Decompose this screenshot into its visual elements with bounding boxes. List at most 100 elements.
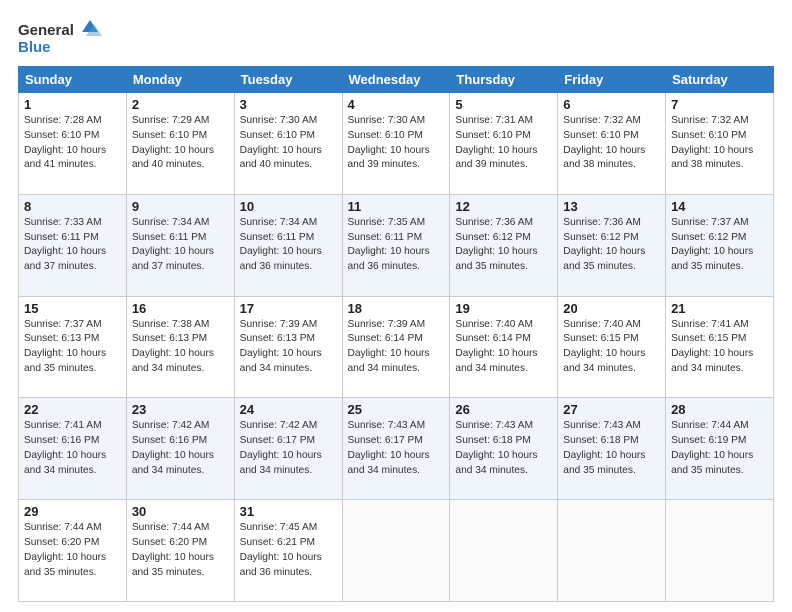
weekday-header-thursday: Thursday bbox=[450, 67, 558, 93]
day-info: Sunrise: 7:41 AMSunset: 6:15 PMDaylight:… bbox=[671, 319, 753, 374]
day-info: Sunrise: 7:43 AMSunset: 6:18 PMDaylight:… bbox=[563, 420, 645, 475]
day-info: Sunrise: 7:43 AMSunset: 6:17 PMDaylight:… bbox=[348, 420, 430, 475]
calendar-cell: 15 Sunrise: 7:37 AMSunset: 6:13 PMDaylig… bbox=[19, 296, 127, 398]
day-number: 6 bbox=[563, 97, 660, 112]
day-number: 8 bbox=[24, 199, 121, 214]
calendar-week-5: 29 Sunrise: 7:44 AMSunset: 6:20 PMDaylig… bbox=[19, 500, 774, 602]
day-number: 11 bbox=[348, 199, 445, 214]
page: General Blue SundayMondayTuesdayWednesda… bbox=[0, 0, 792, 612]
header: General Blue bbox=[18, 18, 774, 56]
weekday-header-friday: Friday bbox=[558, 67, 666, 93]
weekday-header-saturday: Saturday bbox=[666, 67, 774, 93]
day-info: Sunrise: 7:37 AMSunset: 6:12 PMDaylight:… bbox=[671, 217, 753, 272]
calendar-cell: 28 Sunrise: 7:44 AMSunset: 6:19 PMDaylig… bbox=[666, 398, 774, 500]
day-number: 5 bbox=[455, 97, 552, 112]
day-number: 2 bbox=[132, 97, 229, 112]
day-number: 26 bbox=[455, 402, 552, 417]
calendar-cell: 26 Sunrise: 7:43 AMSunset: 6:18 PMDaylig… bbox=[450, 398, 558, 500]
weekday-header-wednesday: Wednesday bbox=[342, 67, 450, 93]
day-info: Sunrise: 7:32 AMSunset: 6:10 PMDaylight:… bbox=[563, 115, 645, 170]
day-number: 12 bbox=[455, 199, 552, 214]
calendar-cell: 21 Sunrise: 7:41 AMSunset: 6:15 PMDaylig… bbox=[666, 296, 774, 398]
calendar-cell: 29 Sunrise: 7:44 AMSunset: 6:20 PMDaylig… bbox=[19, 500, 127, 602]
calendar-week-1: 1 Sunrise: 7:28 AMSunset: 6:10 PMDayligh… bbox=[19, 93, 774, 195]
weekday-header-tuesday: Tuesday bbox=[234, 67, 342, 93]
weekday-header-row: SundayMondayTuesdayWednesdayThursdayFrid… bbox=[19, 67, 774, 93]
calendar-cell: 19 Sunrise: 7:40 AMSunset: 6:14 PMDaylig… bbox=[450, 296, 558, 398]
calendar-cell: 14 Sunrise: 7:37 AMSunset: 6:12 PMDaylig… bbox=[666, 194, 774, 296]
day-info: Sunrise: 7:44 AMSunset: 6:20 PMDaylight:… bbox=[24, 522, 106, 577]
day-number: 9 bbox=[132, 199, 229, 214]
calendar-cell: 3 Sunrise: 7:30 AMSunset: 6:10 PMDayligh… bbox=[234, 93, 342, 195]
day-number: 1 bbox=[24, 97, 121, 112]
day-number: 31 bbox=[240, 504, 337, 519]
day-number: 29 bbox=[24, 504, 121, 519]
calendar-body: 1 Sunrise: 7:28 AMSunset: 6:10 PMDayligh… bbox=[19, 93, 774, 602]
day-info: Sunrise: 7:41 AMSunset: 6:16 PMDaylight:… bbox=[24, 420, 106, 475]
day-info: Sunrise: 7:35 AMSunset: 6:11 PMDaylight:… bbox=[348, 217, 430, 272]
day-number: 3 bbox=[240, 97, 337, 112]
day-number: 25 bbox=[348, 402, 445, 417]
calendar-cell: 9 Sunrise: 7:34 AMSunset: 6:11 PMDayligh… bbox=[126, 194, 234, 296]
day-info: Sunrise: 7:45 AMSunset: 6:21 PMDaylight:… bbox=[240, 522, 322, 577]
day-number: 27 bbox=[563, 402, 660, 417]
calendar-cell: 4 Sunrise: 7:30 AMSunset: 6:10 PMDayligh… bbox=[342, 93, 450, 195]
day-number: 19 bbox=[455, 301, 552, 316]
calendar-cell: 12 Sunrise: 7:36 AMSunset: 6:12 PMDaylig… bbox=[450, 194, 558, 296]
day-info: Sunrise: 7:34 AMSunset: 6:11 PMDaylight:… bbox=[132, 217, 214, 272]
day-info: Sunrise: 7:40 AMSunset: 6:14 PMDaylight:… bbox=[455, 319, 537, 374]
day-info: Sunrise: 7:33 AMSunset: 6:11 PMDaylight:… bbox=[24, 217, 106, 272]
calendar-week-2: 8 Sunrise: 7:33 AMSunset: 6:11 PMDayligh… bbox=[19, 194, 774, 296]
day-number: 14 bbox=[671, 199, 768, 214]
day-info: Sunrise: 7:28 AMSunset: 6:10 PMDaylight:… bbox=[24, 115, 106, 170]
day-number: 20 bbox=[563, 301, 660, 316]
calendar-cell: 17 Sunrise: 7:39 AMSunset: 6:13 PMDaylig… bbox=[234, 296, 342, 398]
day-info: Sunrise: 7:36 AMSunset: 6:12 PMDaylight:… bbox=[455, 217, 537, 272]
day-number: 17 bbox=[240, 301, 337, 316]
weekday-header-sunday: Sunday bbox=[19, 67, 127, 93]
day-number: 30 bbox=[132, 504, 229, 519]
day-number: 18 bbox=[348, 301, 445, 316]
calendar-cell: 22 Sunrise: 7:41 AMSunset: 6:16 PMDaylig… bbox=[19, 398, 127, 500]
day-info: Sunrise: 7:31 AMSunset: 6:10 PMDaylight:… bbox=[455, 115, 537, 170]
day-number: 21 bbox=[671, 301, 768, 316]
calendar-cell bbox=[558, 500, 666, 602]
calendar-cell: 6 Sunrise: 7:32 AMSunset: 6:10 PMDayligh… bbox=[558, 93, 666, 195]
day-number: 28 bbox=[671, 402, 768, 417]
calendar-week-4: 22 Sunrise: 7:41 AMSunset: 6:16 PMDaylig… bbox=[19, 398, 774, 500]
day-number: 13 bbox=[563, 199, 660, 214]
svg-text:General: General bbox=[18, 22, 74, 39]
calendar-cell: 11 Sunrise: 7:35 AMSunset: 6:11 PMDaylig… bbox=[342, 194, 450, 296]
calendar-cell: 8 Sunrise: 7:33 AMSunset: 6:11 PMDayligh… bbox=[19, 194, 127, 296]
calendar-cell: 5 Sunrise: 7:31 AMSunset: 6:10 PMDayligh… bbox=[450, 93, 558, 195]
day-number: 7 bbox=[671, 97, 768, 112]
day-number: 24 bbox=[240, 402, 337, 417]
calendar-cell: 16 Sunrise: 7:38 AMSunset: 6:13 PMDaylig… bbox=[126, 296, 234, 398]
calendar-cell bbox=[342, 500, 450, 602]
day-info: Sunrise: 7:40 AMSunset: 6:15 PMDaylight:… bbox=[563, 319, 645, 374]
day-info: Sunrise: 7:36 AMSunset: 6:12 PMDaylight:… bbox=[563, 217, 645, 272]
day-number: 23 bbox=[132, 402, 229, 417]
calendar-header: SundayMondayTuesdayWednesdayThursdayFrid… bbox=[19, 67, 774, 93]
day-info: Sunrise: 7:44 AMSunset: 6:19 PMDaylight:… bbox=[671, 420, 753, 475]
day-info: Sunrise: 7:44 AMSunset: 6:20 PMDaylight:… bbox=[132, 522, 214, 577]
calendar-cell: 25 Sunrise: 7:43 AMSunset: 6:17 PMDaylig… bbox=[342, 398, 450, 500]
calendar-cell: 2 Sunrise: 7:29 AMSunset: 6:10 PMDayligh… bbox=[126, 93, 234, 195]
day-number: 22 bbox=[24, 402, 121, 417]
calendar-week-3: 15 Sunrise: 7:37 AMSunset: 6:13 PMDaylig… bbox=[19, 296, 774, 398]
svg-text:Blue: Blue bbox=[18, 39, 51, 56]
day-info: Sunrise: 7:32 AMSunset: 6:10 PMDaylight:… bbox=[671, 115, 753, 170]
day-info: Sunrise: 7:39 AMSunset: 6:14 PMDaylight:… bbox=[348, 319, 430, 374]
day-info: Sunrise: 7:30 AMSunset: 6:10 PMDaylight:… bbox=[348, 115, 430, 170]
logo: General Blue bbox=[18, 18, 108, 56]
calendar-cell: 10 Sunrise: 7:34 AMSunset: 6:11 PMDaylig… bbox=[234, 194, 342, 296]
calendar-cell: 24 Sunrise: 7:42 AMSunset: 6:17 PMDaylig… bbox=[234, 398, 342, 500]
day-number: 10 bbox=[240, 199, 337, 214]
day-info: Sunrise: 7:34 AMSunset: 6:11 PMDaylight:… bbox=[240, 217, 322, 272]
calendar-cell bbox=[666, 500, 774, 602]
calendar-cell: 27 Sunrise: 7:43 AMSunset: 6:18 PMDaylig… bbox=[558, 398, 666, 500]
calendar-table: SundayMondayTuesdayWednesdayThursdayFrid… bbox=[18, 66, 774, 602]
day-info: Sunrise: 7:39 AMSunset: 6:13 PMDaylight:… bbox=[240, 319, 322, 374]
calendar-cell: 18 Sunrise: 7:39 AMSunset: 6:14 PMDaylig… bbox=[342, 296, 450, 398]
day-info: Sunrise: 7:42 AMSunset: 6:16 PMDaylight:… bbox=[132, 420, 214, 475]
